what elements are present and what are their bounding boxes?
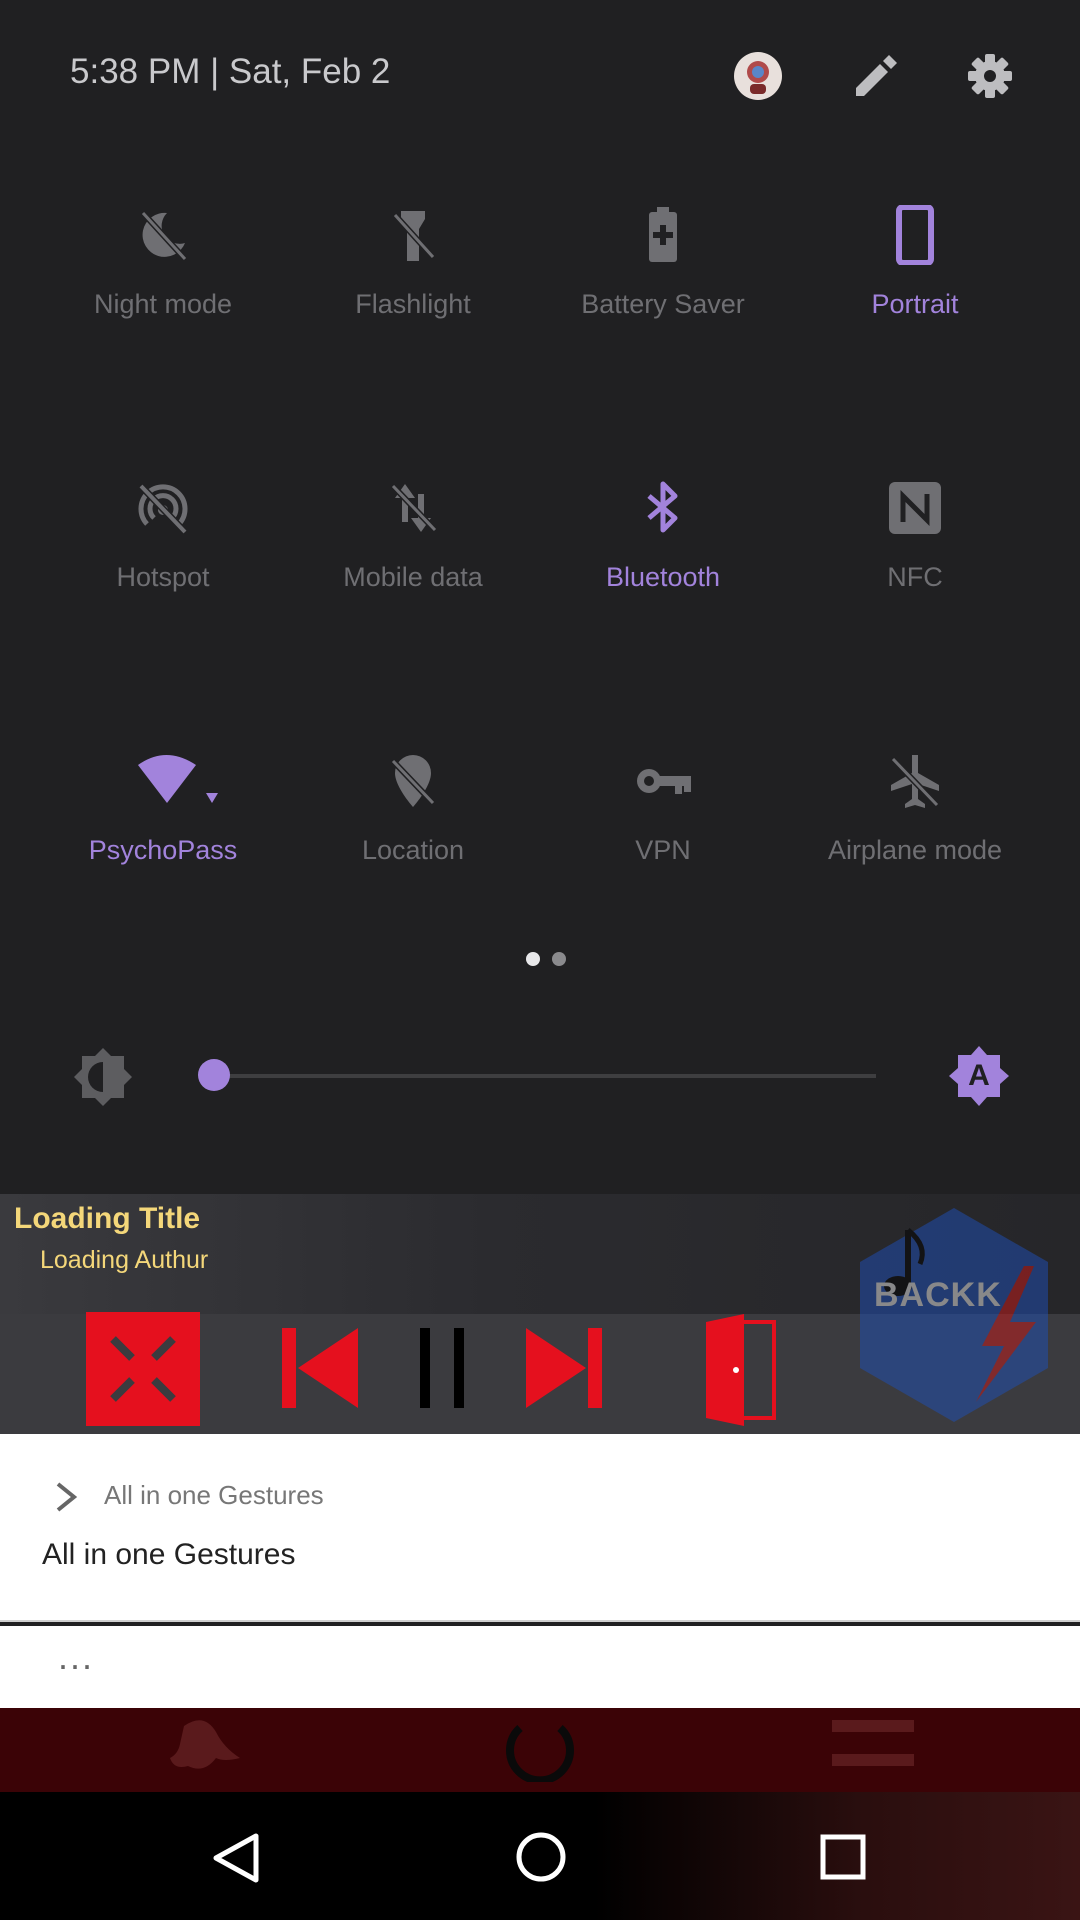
tile-bluetooth[interactable]: Bluetooth [538, 478, 788, 648]
expand-chevron-icon[interactable] [52, 1480, 82, 1519]
wifi-icon [138, 755, 218, 803]
app-logo: BACKK [858, 1206, 1050, 1424]
ghost-icon[interactable] [164, 1718, 244, 1779]
hexagon-logo-icon [860, 1208, 1048, 1422]
tile-location[interactable]: Location [288, 751, 538, 921]
location-off-icon [390, 755, 436, 807]
exit-door-icon [706, 1314, 776, 1426]
nfc-icon [889, 482, 941, 534]
pause-icon [420, 1328, 464, 1408]
home-circle-icon [516, 1832, 566, 1882]
notification-title: All in one Gestures [42, 1538, 296, 1571]
pencil-icon[interactable] [844, 46, 904, 106]
avatar-icon[interactable] [728, 46, 788, 106]
tile-label: Hotspot [116, 562, 210, 592]
tile-label: VPN [635, 835, 691, 865]
page-dot-1[interactable] [526, 952, 540, 966]
skip-next-button[interactable] [524, 1326, 604, 1415]
bluetooth-icon [647, 481, 678, 533]
page-indicator [520, 952, 572, 971]
airplane-off-icon [890, 755, 940, 808]
exit-button[interactable] [704, 1312, 776, 1433]
menu-icon[interactable] [830, 1718, 916, 1773]
tile-label: Portrait [871, 289, 959, 319]
tile-nfc[interactable]: NFC [790, 478, 1040, 648]
tile-hotspot[interactable]: Hotspot [38, 478, 288, 648]
flashlight-off-icon [392, 211, 436, 261]
notification-card[interactable] [0, 1434, 1080, 1622]
auto-brightness-label: A [968, 1059, 990, 1092]
recents-button[interactable] [818, 1832, 868, 1887]
tile-airplane-mode[interactable]: Airplane mode [790, 751, 1040, 921]
tile-battery-saver[interactable]: Battery Saver [538, 205, 788, 375]
app-logo-text: BACKK [874, 1276, 1002, 1314]
skip-previous-button[interactable] [280, 1326, 360, 1415]
status-datetime: 5:38 PM | Sat, Feb 2 [70, 52, 391, 91]
notification-app-name: All in one Gestures [104, 1480, 324, 1510]
home-button[interactable] [514, 1830, 568, 1889]
battery-plus-icon [649, 207, 677, 262]
expand-arrows-icon [86, 1312, 200, 1426]
back-button[interactable] [210, 1832, 262, 1889]
tile-mobile-data[interactable]: Mobile data [288, 478, 538, 648]
brightness-slider-track[interactable] [214, 1074, 876, 1078]
pause-button[interactable] [418, 1326, 468, 1415]
tile-label: Mobile data [343, 562, 483, 592]
tile-label: NFC [887, 562, 943, 592]
more-notifications[interactable]: ... [58, 1636, 94, 1678]
hotspot-off-icon [138, 483, 188, 535]
tile-label: Battery Saver [581, 289, 745, 319]
power-icon[interactable] [500, 1714, 580, 1787]
page-dot-2[interactable] [552, 952, 566, 966]
key-icon [637, 769, 691, 794]
tile-label: Location [361, 835, 465, 865]
tile-label: Bluetooth [605, 562, 721, 592]
tile-label: PsychoPass [88, 835, 238, 865]
media-author: Loading Authur [40, 1246, 209, 1274]
brightness-icon [72, 1046, 134, 1113]
brightness-slider-thumb[interactable] [198, 1059, 230, 1091]
tile-flashlight[interactable]: Flashlight [288, 205, 538, 375]
gear-icon[interactable] [960, 46, 1020, 106]
back-triangle-icon [213, 1833, 259, 1883]
notification-overflow-card[interactable] [0, 1626, 1080, 1708]
night-mode-off-icon [140, 210, 188, 262]
fullscreen-button[interactable] [84, 1310, 202, 1433]
auto-brightness-button[interactable]: A [947, 1044, 1011, 1108]
tile-vpn[interactable]: VPN [538, 751, 788, 921]
tile-label: Airplane mode [827, 835, 1003, 865]
portrait-phone-icon [896, 205, 934, 265]
mobile-data-off-icon [390, 483, 438, 533]
skip-previous-icon [282, 1328, 358, 1408]
tile-night-mode[interactable]: Night mode [38, 205, 288, 375]
tile-label: Night mode [93, 289, 233, 319]
skip-next-icon [526, 1328, 602, 1408]
tile-portrait[interactable]: Portrait [790, 205, 1040, 375]
tile-wifi[interactable]: PsychoPass [38, 751, 288, 921]
recents-square-icon [820, 1834, 866, 1880]
media-title: Loading Title [14, 1202, 201, 1235]
tile-label: Flashlight [355, 289, 471, 319]
